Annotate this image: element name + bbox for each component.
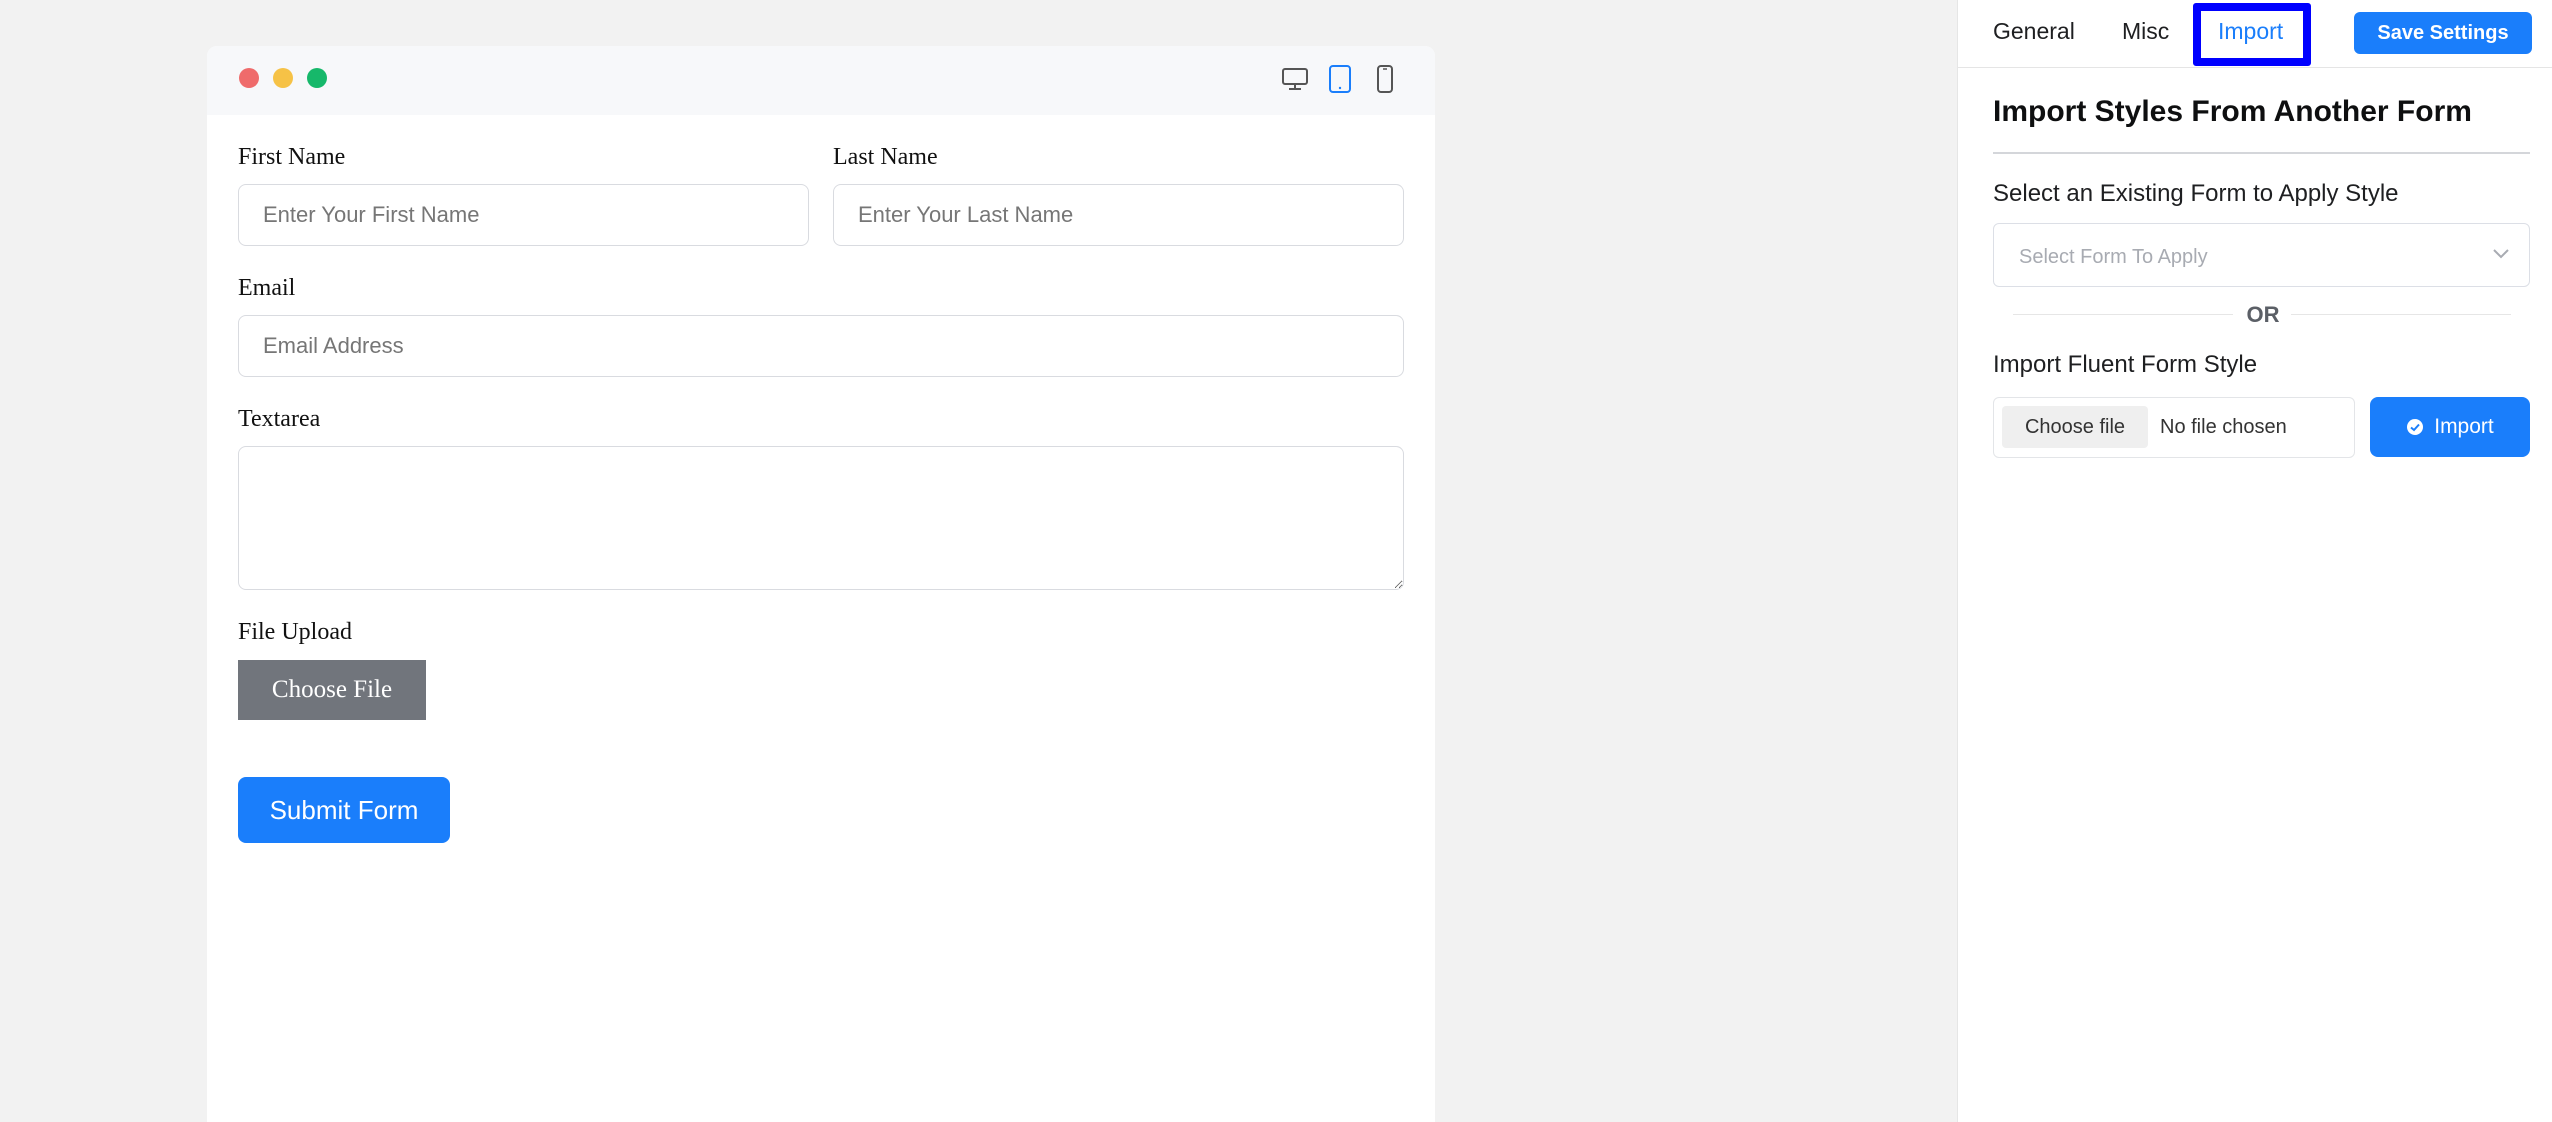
mobile-icon (1377, 65, 1393, 93)
or-divider-right (2291, 314, 2511, 315)
desktop-icon (1282, 68, 1308, 90)
form-preview-panel: First Name Last Name Email Textarea File… (207, 46, 1435, 1122)
or-separator: OR (2246, 302, 2280, 327)
import-style-label: Import Fluent Form Style (1993, 351, 2258, 378)
first-name-input[interactable] (238, 184, 809, 246)
choose-file-button[interactable]: Choose file (2002, 406, 2148, 448)
window-dot-red (239, 68, 259, 88)
tablet-icon (1329, 65, 1351, 93)
import-button[interactable]: Import (2370, 397, 2530, 457)
textarea-input[interactable] (238, 446, 1404, 590)
choose-file-button[interactable]: Choose File (238, 660, 426, 720)
panel-title: Import Styles From Another Form (1993, 95, 2472, 128)
save-settings-button[interactable]: Save Settings (2354, 12, 2532, 54)
import-button-label: Import (2434, 415, 2494, 438)
tab-misc[interactable]: Misc (2122, 18, 2169, 45)
window-dot-yellow (273, 68, 293, 88)
last-name-label: Last Name (833, 144, 938, 170)
style-settings-sidebar: General Misc Import Save Settings Import… (1957, 0, 2552, 1122)
select-form-dropdown[interactable]: Select Form To Apply (1993, 223, 2530, 287)
settings-tabs: General Misc Import Save Settings (1958, 0, 2552, 68)
last-name-input[interactable] (833, 184, 1404, 246)
email-input[interactable] (238, 315, 1404, 377)
textarea-label: Textarea (238, 406, 321, 432)
select-form-label: Select an Existing Form to Apply Style (1993, 180, 2399, 207)
first-name-label: First Name (238, 144, 346, 170)
window-dot-green (307, 68, 327, 88)
check-circle-icon (2407, 419, 2424, 435)
or-divider-left (2013, 314, 2233, 315)
file-status-text: No file chosen (2160, 416, 2287, 438)
tablet-view-button[interactable] (1324, 63, 1356, 95)
desktop-view-button[interactable] (1279, 63, 1311, 95)
style-file-input[interactable]: Choose file No file chosen (1993, 397, 2355, 458)
select-form-placeholder: Select Form To Apply (2019, 246, 2208, 268)
preview-toolbar (207, 46, 1435, 115)
mobile-view-button[interactable] (1369, 63, 1401, 95)
file-upload-label: File Upload (238, 619, 352, 645)
tab-general[interactable]: General (1993, 18, 2075, 45)
email-label: Email (238, 275, 296, 301)
tab-import[interactable]: Import (2218, 18, 2283, 45)
chevron-down-icon (2493, 249, 2509, 259)
submit-form-button[interactable]: Submit Form (238, 777, 450, 843)
title-divider (1993, 152, 2530, 154)
